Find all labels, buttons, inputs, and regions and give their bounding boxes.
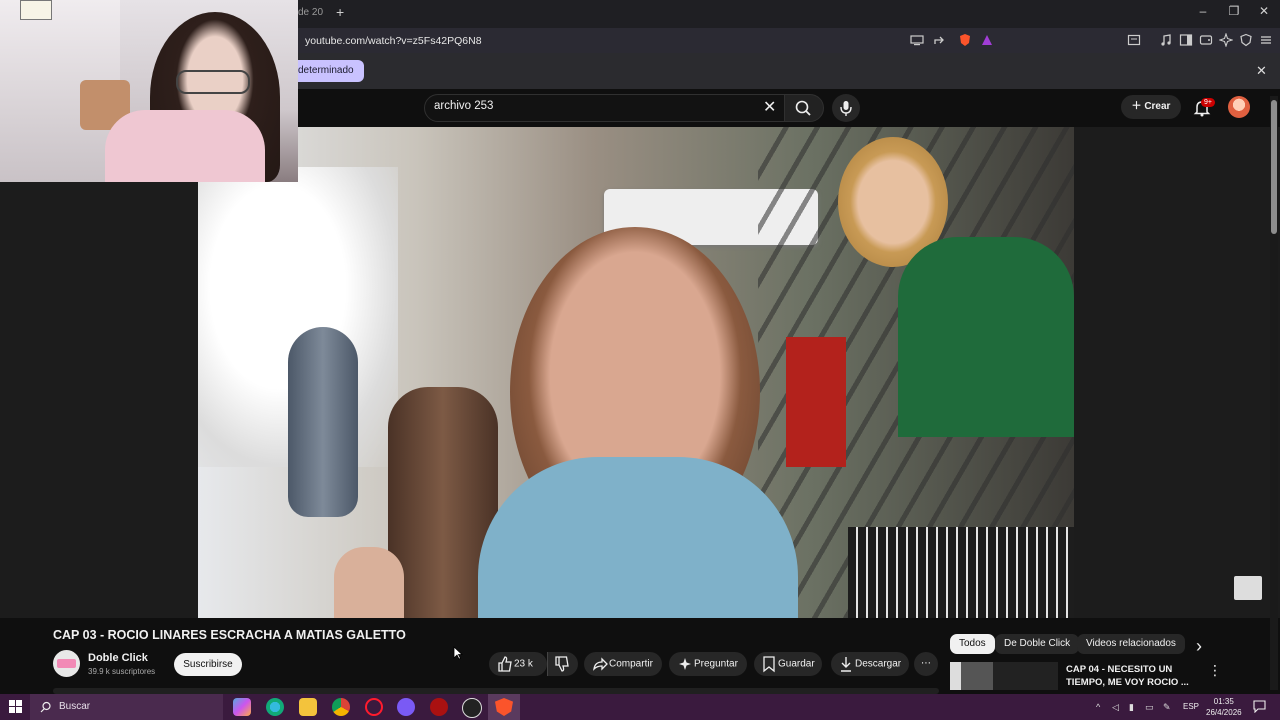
related-video-thumbnail[interactable] [950, 662, 1058, 690]
search-clear-button[interactable]: ✕ [763, 97, 776, 117]
search-button[interactable] [784, 94, 824, 122]
channel-avatar[interactable] [53, 650, 80, 677]
user-avatar[interactable] [1228, 96, 1250, 118]
chip-from-channel[interactable]: De Doble Click [995, 634, 1080, 654]
download-label: Descargar [855, 658, 902, 670]
bookmark-icon [763, 656, 775, 673]
notification-center-icon[interactable] [1253, 700, 1266, 713]
network-icon[interactable]: ▭ [1145, 702, 1154, 713]
restore-button[interactable]: ❐ [1222, 4, 1246, 18]
clock-date: 26/4/2026 [1206, 708, 1242, 717]
chip-related[interactable]: Videos relacionados [1077, 634, 1185, 654]
download-icon [841, 657, 851, 672]
dislike-button[interactable] [547, 652, 578, 676]
create-button[interactable]: ＋ Crear [1121, 95, 1181, 119]
video-player[interactable] [198, 127, 1074, 618]
language-indicator[interactable]: ESP [1183, 702, 1199, 711]
red-poster [786, 337, 846, 467]
sparkle-icon [679, 658, 691, 670]
microphone-icon [840, 101, 852, 116]
chrome-icon[interactable] [332, 698, 350, 716]
person-foreground-blue-top [478, 457, 798, 618]
subscriber-count: 39.9 k suscriptores [88, 667, 156, 676]
wall-picture [20, 0, 52, 20]
menu-icon[interactable] [1259, 33, 1273, 47]
like-count: 23 k [514, 658, 533, 670]
download-button[interactable]: Descargar [831, 652, 909, 676]
leo-ai-icon[interactable] [1219, 33, 1233, 47]
thumbs-down-icon [555, 656, 569, 672]
vpn-shield-icon[interactable] [1239, 33, 1253, 47]
speaker-icon[interactable]: ◁ [1112, 702, 1119, 713]
video-title: CAP 03 - ROCIO LINARES ESCRACHA A MATIAS… [53, 628, 406, 642]
related-video-title[interactable]: CAP 04 - NECESITO UN TIEMPO, ME VOY ROCI… [1066, 663, 1196, 689]
streamer-glasses [176, 70, 250, 94]
plus-icon: ＋ [1131, 101, 1145, 112]
channel-watermark[interactable] [1234, 576, 1262, 600]
save-button[interactable]: Guardar [754, 652, 822, 676]
ask-label: Preguntar [694, 658, 738, 670]
microphone-tray-icon[interactable]: ▮ [1129, 702, 1134, 713]
notification-count-badge: 9+ [1201, 98, 1215, 107]
webcam-overlay [0, 0, 298, 182]
hand [334, 547, 404, 618]
share-icon[interactable] [933, 33, 947, 47]
file-explorer-icon[interactable] [299, 698, 317, 716]
brave-rewards-icon[interactable] [980, 33, 994, 47]
wallet-icon[interactable] [1199, 33, 1213, 47]
more-actions-button[interactable]: ⋯ [914, 652, 938, 676]
search-icon [795, 100, 811, 116]
subscribe-button[interactable]: Suscribirse [174, 653, 242, 676]
windows-start-icon[interactable] [9, 700, 22, 713]
infobar-default-button[interactable]: determinado [290, 60, 364, 82]
clock[interactable]: 01:35 26/4/2026 [1206, 696, 1242, 718]
voice-search-button[interactable] [832, 94, 860, 122]
share-arrow-icon [593, 657, 608, 671]
infobar-close-button[interactable]: ✕ [1256, 63, 1267, 79]
new-tab-button[interactable]: + [336, 4, 344, 20]
share-label: Compartir [609, 658, 653, 670]
pen-icon[interactable]: ✎ [1163, 702, 1171, 713]
close-window-button[interactable]: ✕ [1252, 4, 1276, 18]
taskbar-search-icon [40, 701, 51, 713]
search-input-value[interactable]: archivo 253 [434, 100, 493, 112]
obs-icon[interactable] [462, 698, 482, 718]
edge-icon[interactable] [266, 698, 284, 716]
mouse-cursor-icon [453, 646, 463, 660]
clock-time: 01:35 [1213, 697, 1234, 706]
chips-next-button[interactable]: › [1196, 636, 1202, 657]
sidebar-icon[interactable] [1179, 33, 1193, 47]
music-icon[interactable] [1159, 33, 1173, 47]
related-video-menu[interactable]: ⋮ [1208, 662, 1222, 679]
copilot-icon[interactable] [233, 698, 251, 716]
create-label: Crear [1144, 101, 1171, 112]
tray-overflow-icon[interactable]: ^ [1096, 702, 1100, 712]
thumbs-up-icon [498, 656, 512, 672]
tab-title-partial[interactable]: de 20 [298, 7, 323, 18]
save-label: Guardar [778, 658, 815, 670]
cast-icon[interactable] [910, 33, 924, 47]
streamer-pink-top [105, 110, 265, 182]
channel-name[interactable]: Doble Click [88, 652, 148, 664]
fan [288, 327, 358, 517]
share-button[interactable]: Compartir [584, 652, 662, 676]
brave-shields-icon[interactable] [958, 33, 972, 47]
discord-icon[interactable] [397, 698, 415, 716]
like-button[interactable]: 23 k [489, 652, 547, 676]
url-field[interactable]: youtube.com/watch?v=z5Fs42PQ6N8 [305, 35, 482, 47]
minimize-button[interactable]: – [1191, 4, 1215, 18]
person-background-green-top [898, 237, 1074, 437]
channel-logo [57, 659, 76, 668]
chip-all[interactable]: Todos [950, 634, 995, 654]
reader-mode-icon[interactable] [1127, 33, 1141, 47]
app-red-icon[interactable] [430, 698, 448, 716]
bookshelf [848, 527, 1074, 618]
taskbar-search-placeholder[interactable]: Buscar [59, 701, 90, 712]
ask-button[interactable]: Preguntar [669, 652, 747, 676]
scrollbar-thumb[interactable] [1271, 100, 1277, 234]
opera-icon[interactable] [365, 698, 383, 716]
